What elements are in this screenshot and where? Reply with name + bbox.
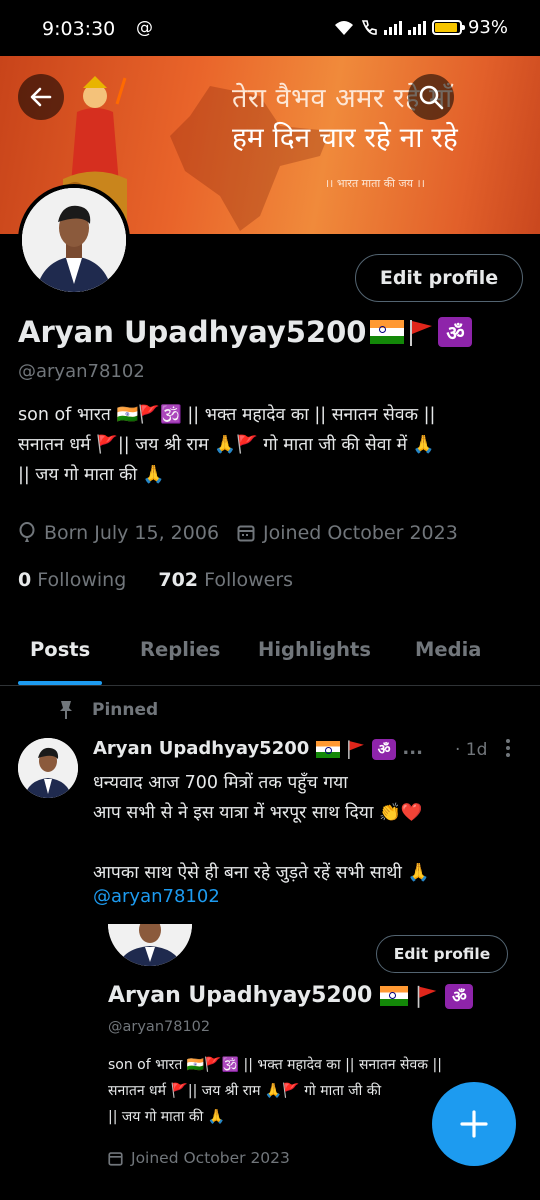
followers-label: Followers [204, 569, 294, 591]
bio-line-3: || जय गो माता की 🙏 [18, 465, 165, 485]
profile-avatar[interactable] [18, 184, 130, 296]
tab-replies[interactable]: Replies [140, 638, 220, 661]
follow-stats: 0 Following 702 Followers [18, 569, 293, 591]
embedded-avatar-photo [108, 924, 192, 966]
embedded-joined-date: Joined October 2023 [131, 1149, 290, 1167]
joined-date: Joined October 2023 [263, 522, 458, 544]
signal-1-icon [383, 20, 402, 35]
post-mention-link[interactable]: @aryan78102 [93, 886, 220, 907]
pinned-label: Pinned [58, 700, 158, 720]
search-button[interactable] [408, 74, 454, 120]
profile-name: Aryan Upadhyay5200 ॐ [18, 315, 473, 349]
followers-count: 702 [158, 569, 199, 591]
post-author-ellipsis: ... [402, 738, 423, 759]
embedded-bio-line-1: son of भारत 🇮🇳🚩🕉️ || भक्त महादेव का || स… [108, 1057, 442, 1073]
om-icon: ॐ [445, 983, 474, 1009]
balloon-icon [19, 522, 35, 542]
embedded-handle: @aryan78102 [108, 1019, 211, 1035]
birthday-meta: Born July 15, 2006 [18, 522, 219, 544]
post-line-1: धन्यवाद आज 700 मित्रों तक पहुँच गया [93, 773, 348, 793]
embedded-edit-profile-button[interactable]: Edit profile [376, 935, 508, 973]
call-icon [361, 19, 377, 35]
more-vertical-icon [506, 739, 510, 757]
following-link[interactable]: 0 Following [18, 569, 126, 591]
pinned-text: Pinned [92, 700, 159, 720]
red-flag-icon [410, 320, 433, 346]
followers-link[interactable]: 702 Followers [158, 569, 293, 591]
embedded-name-text: Aryan Upadhyay5200 [108, 983, 373, 1008]
post-author-name: Aryan Upadhyay5200 [93, 738, 310, 759]
edit-profile-button[interactable]: Edit profile [355, 254, 523, 302]
post-avatar-photo [18, 738, 78, 798]
post-line-3: आपका साथ ऐसे ही बना रहे जुड़ते रहें सभी … [93, 863, 430, 883]
tab-media[interactable]: Media [415, 638, 481, 661]
red-flag-icon [417, 985, 436, 1008]
battery-percent: 93% [467, 17, 508, 38]
calendar-icon [108, 1151, 123, 1166]
born-date: Born July 15, 2006 [44, 522, 220, 544]
profile-handle: @aryan78102 [18, 361, 145, 382]
embedded-joined: Joined October 2023 [108, 1149, 290, 1167]
post-body[interactable]: धन्यवाद आज 700 मित्रों तक पहुँच गया आप स… [93, 768, 523, 888]
signal-2-icon [407, 20, 426, 35]
india-flag-icon [370, 320, 405, 344]
back-button[interactable] [18, 74, 64, 120]
status-at-icon: @ [136, 18, 153, 38]
tab-indicator [18, 681, 102, 685]
banner-line-2: हम दिन चार रहे ना रहे [232, 121, 458, 154]
following-count: 0 [18, 569, 32, 591]
profile-bio: son of भारत 🇮🇳🚩🕉️ || भक्त महादेव का || स… [18, 400, 523, 490]
avatar-photo [22, 188, 126, 292]
status-right: 93% [334, 17, 508, 38]
battery-icon [431, 20, 465, 35]
profile-tabs: Posts Replies Highlights Media [0, 624, 540, 686]
profile-meta: Born July 15, 2006 Joined October 2023 [18, 522, 458, 544]
post-author-avatar[interactable] [18, 738, 78, 798]
embedded-avatar [108, 924, 192, 966]
search-icon [419, 85, 444, 110]
bio-line-2: सनातन धर्म 🚩|| जय श्री राम 🙏🚩 गो माता जी… [18, 435, 435, 455]
pin-icon [60, 701, 72, 719]
calendar-icon [237, 525, 255, 542]
plus-icon [460, 1110, 488, 1138]
india-flag-icon [315, 740, 340, 758]
banner-line-3: ।। भारत माता की जय ।। [325, 177, 425, 190]
arrow-left-icon [30, 87, 52, 107]
tab-posts[interactable]: Posts [30, 638, 90, 661]
post-time: · 1d [455, 740, 488, 760]
red-flag-icon [347, 740, 364, 759]
post-more-button[interactable] [505, 738, 511, 763]
post-line-2: आप सभी से ने इस यात्रा में भरपूर साथ दिय… [93, 803, 423, 823]
compose-button[interactable] [432, 1082, 516, 1166]
profile-name-text: Aryan Upadhyay5200 [18, 315, 367, 349]
tab-highlights[interactable]: Highlights [258, 638, 371, 661]
joined-meta: Joined October 2023 [237, 522, 458, 544]
bio-line-1: son of भारत 🇮🇳🚩🕉️ || भक्त महादेव का || स… [18, 405, 436, 425]
india-flag-icon [380, 986, 409, 1006]
post-author[interactable]: Aryan Upadhyay5200 ॐ ... [93, 738, 423, 760]
om-icon: ॐ [372, 738, 397, 760]
wifi-icon [334, 20, 353, 35]
status-time: 9:03:30 [42, 18, 116, 40]
following-label: Following [37, 569, 127, 591]
embedded-name: Aryan Upadhyay5200 ॐ [108, 983, 474, 1009]
om-icon: ॐ [438, 317, 473, 347]
status-bar: 9:03:30 @ 93% [0, 0, 540, 56]
